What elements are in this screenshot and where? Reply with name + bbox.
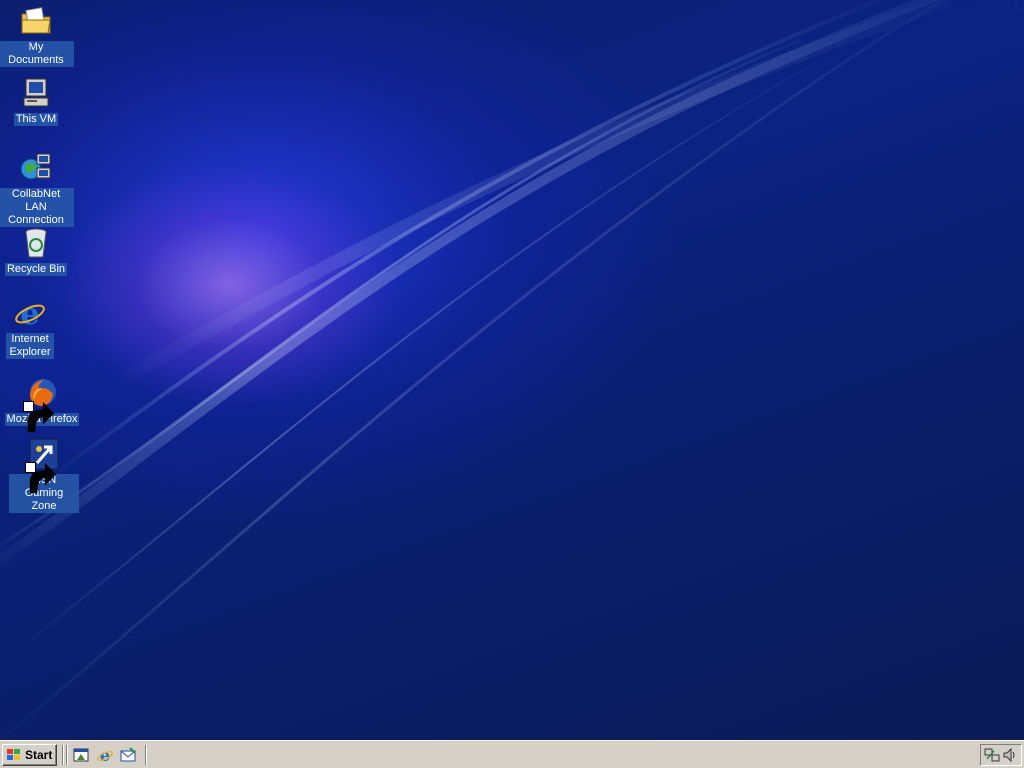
desktop-icon-internet-explorer[interactable]: e Internet Explorer	[0, 296, 68, 359]
taskbar-separator	[62, 745, 64, 765]
show-desktop-icon[interactable]	[72, 747, 90, 763]
internet-explorer-icon[interactable]: e	[96, 747, 114, 763]
internet-explorer-icon: e	[13, 296, 47, 330]
start-label: Start	[25, 748, 53, 762]
desktop-icon-my-documents[interactable]: My Documents	[0, 4, 74, 67]
desktop-icon-collabnet-lan-connection[interactable]: CollabNet LAN Connection	[0, 151, 74, 227]
windows-logo-icon	[7, 749, 20, 760]
desktop-icon-mozilla-firefox[interactable]: Mozilla Firefox	[4, 376, 80, 433]
desktop-icon-label: CollabNet LAN Connection	[0, 188, 74, 227]
taskbar: Start e	[0, 740, 1024, 768]
desktop-icon-msn-gaming-zone[interactable]: MSN Gaming Zone	[6, 437, 82, 513]
system-tray	[980, 744, 1022, 766]
computer-icon	[19, 76, 53, 110]
taskbar-separator	[145, 745, 147, 765]
start-button[interactable]: Start	[2, 744, 57, 766]
recycle-bin-icon	[19, 226, 53, 260]
desktop-icon-label: Recycle Bin	[4, 263, 68, 276]
desktop[interactable]: My Documents This VM CollabNet LAN Conne…	[0, 0, 1024, 740]
folder-documents-icon	[19, 4, 53, 38]
outlook-express-icon[interactable]	[119, 747, 137, 763]
desktop-icon-this-vm[interactable]: This VM	[0, 76, 74, 126]
svg-text:e: e	[20, 297, 39, 330]
firefox-icon	[23, 376, 59, 433]
desktop-icon-label: Internet Explorer	[6, 333, 54, 359]
wallpaper-swoosh	[0, 0, 1024, 740]
taskbar-separator	[66, 745, 68, 765]
desktop-icon-label: My Documents	[0, 41, 74, 67]
network-tray-icon[interactable]	[984, 747, 1000, 763]
desktop-icon-label: This VM	[13, 113, 59, 126]
network-connection-icon	[19, 151, 53, 185]
shortcut-arrow-icon	[25, 462, 57, 494]
volume-icon[interactable]	[1002, 747, 1018, 763]
shortcut-arrow-icon	[23, 401, 55, 433]
desktop-icon-recycle-bin[interactable]: Recycle Bin	[0, 226, 74, 276]
msn-gaming-zone-icon	[25, 437, 61, 494]
